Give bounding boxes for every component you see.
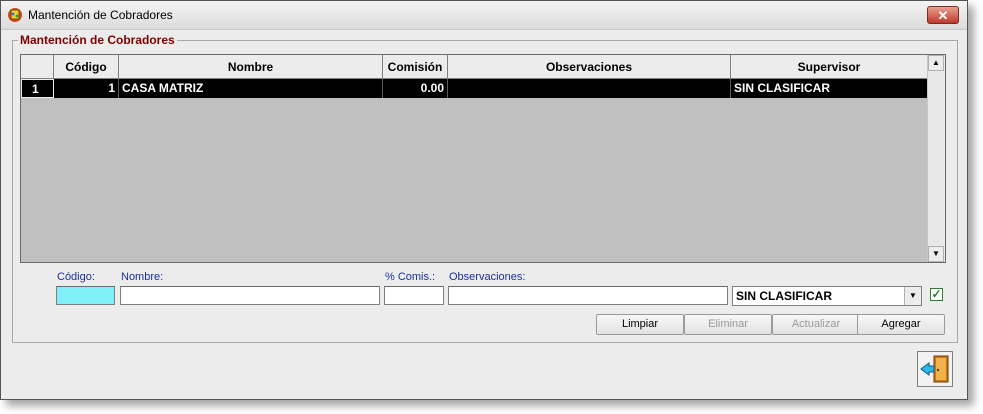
cobradores-grid[interactable]: Código Nombre Comisión Observaciones Sup… — [20, 54, 946, 263]
main-window: Mantención de Cobradores ✕ Mantención de… — [0, 0, 968, 400]
supervisor-select-value: SIN CLASIFICAR — [736, 289, 832, 303]
column-header-codigo[interactable]: Código — [54, 55, 119, 79]
row-index: 1 — [21, 79, 54, 98]
cell-supervisor[interactable]: SIN CLASIFICAR — [731, 79, 928, 98]
codigo-field[interactable] — [56, 286, 115, 305]
chevron-down-icon[interactable]: ▼ — [904, 287, 921, 305]
agregar-button[interactable]: Agregar — [857, 314, 945, 335]
vertical-scrollbar[interactable]: ▲ ▼ — [927, 55, 945, 262]
observaciones-label: Observaciones: — [449, 271, 526, 283]
nombre-field[interactable] — [120, 286, 380, 305]
checkmark-icon: ✓ — [931, 287, 942, 301]
scroll-down-icon[interactable]: ▼ — [928, 246, 944, 262]
column-header-supervisor[interactable]: Supervisor — [731, 55, 928, 79]
close-icon: ✕ — [937, 8, 949, 23]
actualizar-button[interactable]: Actualizar — [772, 314, 860, 335]
column-header-nombre[interactable]: Nombre — [119, 55, 383, 79]
limpiar-button[interactable]: Limpiar — [596, 314, 684, 335]
exit-button[interactable] — [917, 351, 953, 387]
column-header-comision[interactable]: Comisión — [383, 55, 448, 79]
title-bar: Mantención de Cobradores ✕ — [1, 1, 967, 30]
group-title: Mantención de Cobradores — [18, 33, 177, 47]
cell-observaciones[interactable] — [448, 79, 731, 98]
app-icon — [7, 7, 23, 23]
table-row[interactable]: 1 1 CASA MATRIZ 0.00 SIN CLASIFICAR — [21, 79, 928, 98]
nombre-label: Nombre: — [121, 271, 164, 283]
active-checkbox[interactable]: ✓ — [930, 288, 943, 301]
window-title: Mantención de Cobradores — [28, 8, 173, 22]
eliminar-button[interactable]: Eliminar — [684, 314, 772, 335]
cell-nombre[interactable]: CASA MATRIZ — [119, 79, 383, 98]
row-indicator-header — [21, 55, 54, 79]
column-header-observaciones[interactable]: Observaciones — [448, 55, 731, 79]
exit-door-icon — [920, 355, 949, 383]
comis-label: % Comis.: — [385, 271, 436, 283]
close-button[interactable]: ✕ — [927, 6, 959, 24]
cell-comision[interactable]: 0.00 — [383, 79, 448, 98]
observaciones-field[interactable] — [448, 286, 728, 305]
supervisor-select[interactable]: SIN CLASIFICAR ▼ — [732, 286, 922, 306]
grid-header: Código Nombre Comisión Observaciones Sup… — [21, 55, 928, 79]
comis-field[interactable] — [384, 286, 444, 305]
cell-codigo[interactable]: 1 — [54, 79, 119, 98]
scroll-up-icon[interactable]: ▲ — [928, 55, 944, 71]
codigo-label: Código: — [57, 271, 95, 283]
